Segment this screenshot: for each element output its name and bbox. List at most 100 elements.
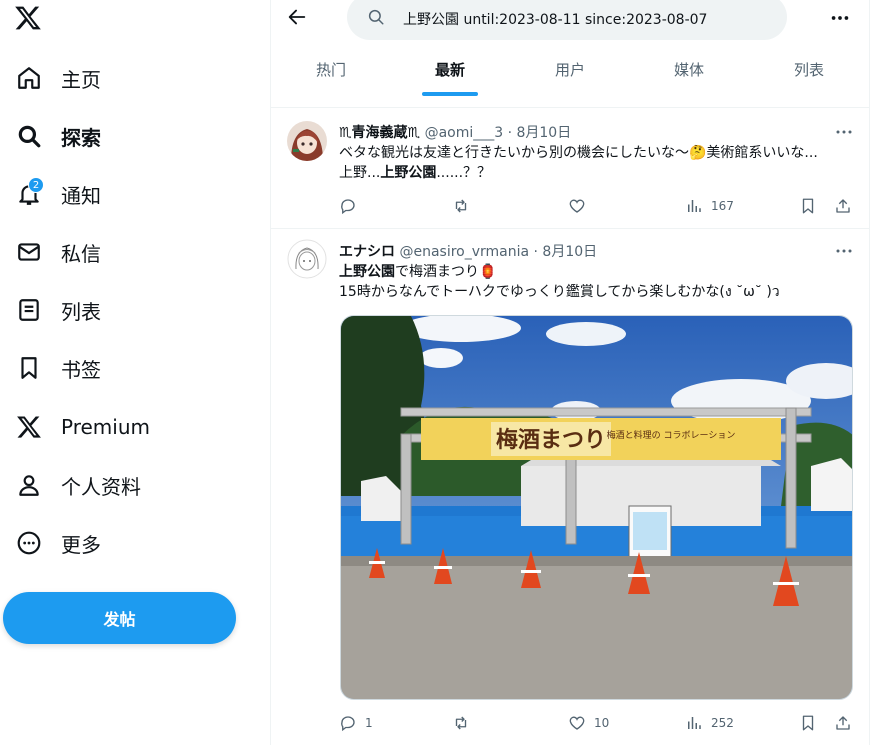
tweet-header: エナシロ @enasiro_vrmania · 8月10日 [339, 241, 597, 261]
post-button[interactable]: 发帖 [3, 592, 236, 644]
tweet[interactable]: エナシロ @enasiro_vrmania · 8月10日 上野公園で梅酒まつり… [271, 229, 869, 745]
retweet-button[interactable] [452, 713, 478, 733]
share-icon [836, 199, 850, 213]
x-logo-icon [17, 416, 41, 438]
tab-people[interactable]: 用户 [510, 50, 630, 96]
tweet-photo[interactable]: 梅酒まつり 梅酒と料理の コラボレーション [340, 315, 853, 700]
views-button[interactable]: 167 [685, 196, 734, 216]
share-icon [836, 716, 850, 730]
bookmark-button[interactable] [799, 713, 817, 733]
retweet-icon [455, 716, 467, 730]
tweet-text-part: 上野... [339, 165, 381, 181]
home-icon [18, 67, 40, 89]
nav-profile[interactable]: 个人资料 [0, 460, 260, 510]
more-options-icon[interactable] [829, 8, 851, 28]
reply-button[interactable] [339, 196, 365, 216]
heart-icon [569, 199, 585, 213]
view-count: 167 [711, 199, 734, 213]
list-icon [19, 299, 39, 321]
tweet-text-line: 上野...上野公園......？？ [339, 163, 491, 183]
bookmark-icon [21, 357, 37, 379]
tweet-text-part: で梅酒まつり🏮 [395, 264, 497, 280]
festival-photo-image: 梅酒まつり 梅酒と料理の コラボレーション [341, 316, 852, 699]
app-root: 主页 探索 2 通知 私信 列表 书签 Premium 个人资料 更多 发帖 上… [0, 0, 873, 745]
nav-messages-label: 私信 [61, 241, 101, 266]
active-tab-indicator [422, 92, 478, 96]
tweet-text-line: 上野公園で梅酒まつり🏮 [339, 262, 496, 282]
tab-latest[interactable]: 最新 [390, 50, 510, 96]
column-divider [869, 0, 870, 745]
nav-more-label: 更多 [61, 532, 101, 557]
search-term-highlight: 上野公園 [339, 264, 395, 280]
reply-button[interactable]: 1 [339, 713, 373, 733]
tweet-text-line: ベタな観光は友達と行きたいから別の機会にしたいな〜🤔美術館系いいな... [339, 145, 818, 161]
bookmark-icon [802, 715, 814, 731]
heart-icon [569, 716, 585, 730]
x-logo-icon[interactable] [14, 4, 42, 32]
mail-icon [18, 243, 40, 261]
search-tabs: 热门 最新 用户 媒体 列表 [271, 50, 869, 96]
person-icon [19, 475, 39, 496]
like-button[interactable] [568, 196, 594, 216]
tab-lists[interactable]: 列表 [749, 50, 869, 96]
avatar[interactable] [287, 121, 327, 161]
nav-home[interactable]: 主页 [0, 53, 260, 103]
banner-main-text: 梅酒まつり [496, 427, 606, 453]
like-count: 10 [594, 716, 610, 730]
views-icon [688, 717, 701, 729]
reply-icon [341, 199, 355, 215]
back-arrow-icon[interactable] [286, 6, 308, 28]
tweet-text-line: 15時からなんでトーハクでゆっくり鑑賞してから楽しむかな(ง ˘ω˘ )ว [339, 284, 780, 300]
like-button[interactable]: 10 [568, 713, 609, 733]
nav-premium[interactable]: Premium [0, 402, 260, 452]
tweet-handle-date[interactable]: @enasiro_vrmania · 8月10日 [399, 244, 597, 260]
reply-icon [341, 716, 355, 732]
reply-count: 1 [365, 716, 373, 730]
retweet-button[interactable] [452, 196, 478, 216]
bookmark-button[interactable] [799, 196, 817, 216]
nav-profile-label: 个人资料 [61, 474, 141, 499]
share-button[interactable] [834, 196, 852, 216]
tweet-header: ♏青海義蔵♏ @aomi___3 · 8月10日 [339, 122, 571, 142]
retweet-icon [455, 199, 467, 213]
nav-explore[interactable]: 探索 [0, 111, 260, 161]
search-input[interactable]: 上野公園 until:2023-08-11 since:2023-08-07 [403, 9, 707, 29]
tweet-author-name[interactable]: エナシロ [339, 244, 395, 260]
avatar[interactable] [287, 239, 327, 279]
nav-premium-label: Premium [61, 415, 150, 439]
tweet-handle-date[interactable]: @aomi___3 · 8月10日 [425, 125, 572, 141]
search-icon [18, 125, 41, 148]
nav-messages[interactable]: 私信 [0, 227, 260, 277]
nav-explore-label: 探索 [61, 125, 101, 150]
nav-notifications-label: 通知 [61, 183, 101, 208]
tweet-more-icon[interactable] [835, 125, 853, 139]
search-term-highlight: 上野公園 [380, 165, 437, 181]
nav-bookmarks[interactable]: 书签 [0, 343, 260, 393]
tweet-text-part: ......？？ [436, 165, 492, 181]
tweet[interactable]: ♏青海義蔵♏ @aomi___3 · 8月10日 ベタな観光は友達と行きたいから… [271, 108, 869, 228]
search-icon [368, 9, 384, 25]
views-button[interactable]: 252 [685, 713, 734, 733]
sidebar: 主页 探索 2 通知 私信 列表 书签 Premium 个人资料 更多 发帖 [0, 0, 270, 745]
bookmark-icon [802, 198, 814, 214]
nav-bookmarks-label: 书签 [61, 357, 101, 382]
tweet-actions: 167 [339, 196, 855, 216]
nav-more[interactable]: 更多 [0, 518, 260, 568]
nav-notifications[interactable]: 2 通知 [0, 169, 260, 219]
tab-media[interactable]: 媒体 [629, 50, 749, 96]
tweet-actions: 1 10 252 [339, 713, 855, 733]
banner-sub-text: 梅酒と料理の コラボレーション [607, 429, 736, 441]
tab-top[interactable]: 热门 [271, 50, 391, 96]
tweet-more-icon[interactable] [835, 244, 853, 258]
search-bar[interactable]: 上野公園 until:2023-08-11 since:2023-08-07 [347, 0, 787, 40]
views-icon [688, 200, 701, 212]
notification-badge: 2 [28, 177, 44, 193]
tweet-author-name[interactable]: ♏青海義蔵♏ [339, 125, 420, 141]
more-circle-icon [17, 531, 41, 555]
avatar-image [287, 121, 327, 161]
share-button[interactable] [834, 713, 852, 733]
nav-lists[interactable]: 列表 [0, 285, 260, 335]
view-count: 252 [711, 716, 734, 730]
avatar-image [287, 239, 327, 279]
nav-lists-label: 列表 [61, 299, 101, 324]
